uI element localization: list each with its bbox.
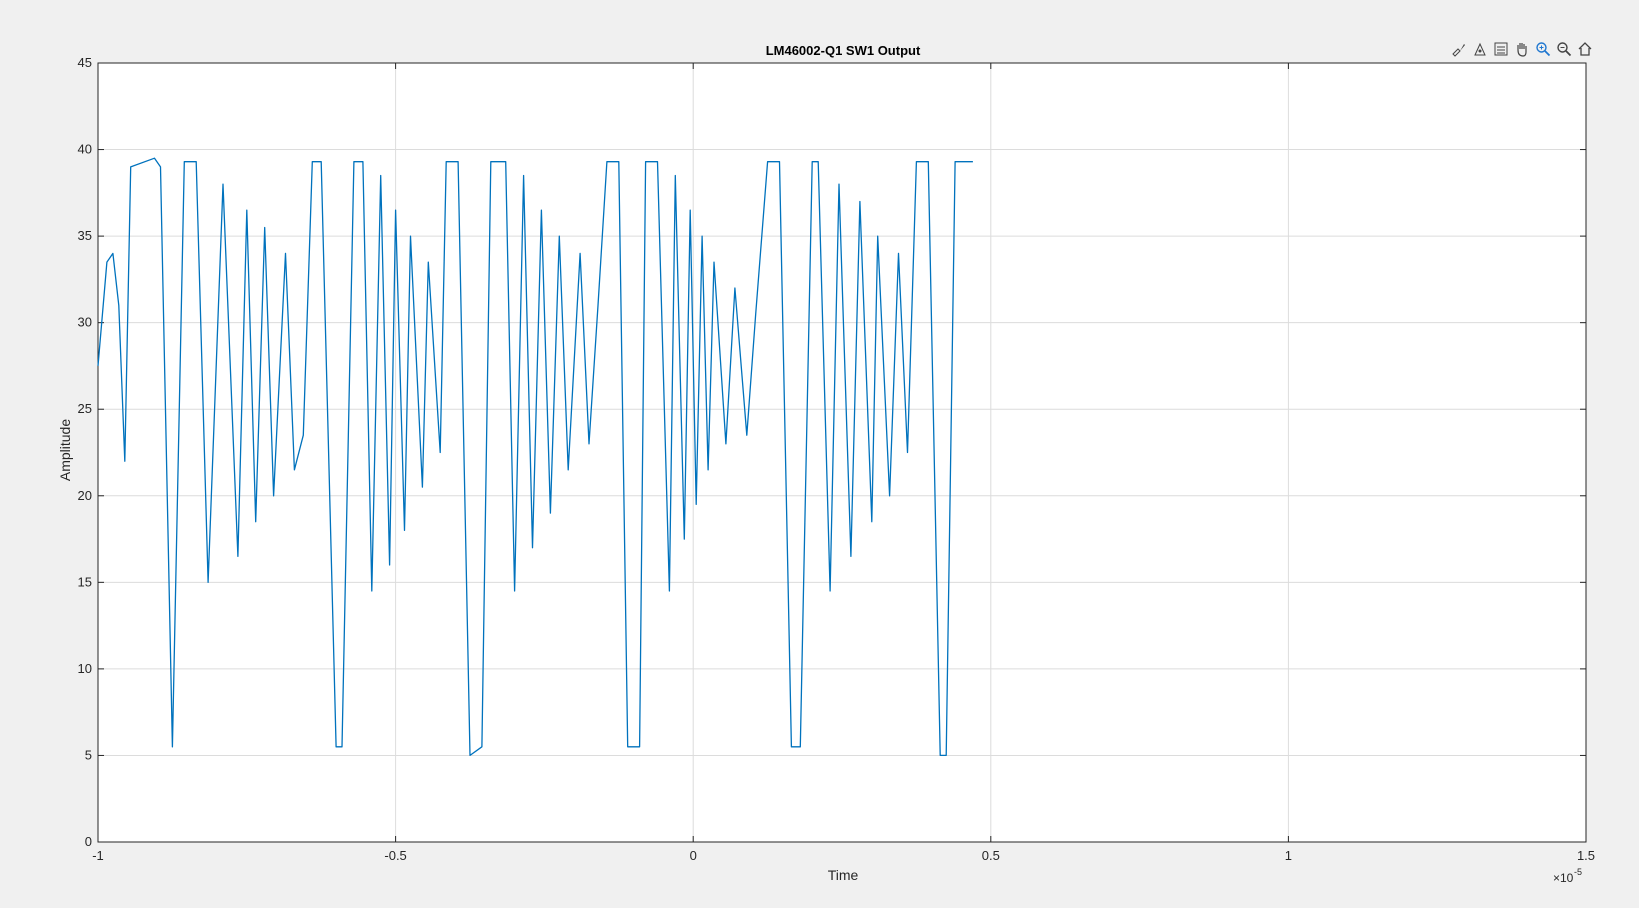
y-tick-label: 20 — [78, 488, 92, 503]
x-axis-label: Time — [828, 867, 859, 883]
x-tick-label: 1.5 — [1577, 848, 1595, 863]
y-tick-label: 10 — [78, 661, 92, 676]
y-tick-label: 15 — [78, 574, 92, 589]
y-tick-label: 0 — [85, 834, 92, 849]
x-exponent-label: ×10 -5 — [1553, 867, 1582, 885]
x-exponent-base: ×10 — [1553, 871, 1574, 885]
x-exponent-power: -5 — [1574, 867, 1582, 877]
y-tick-label: 5 — [85, 747, 92, 762]
x-tick-label: 1 — [1285, 848, 1292, 863]
y-tick-label: 45 — [78, 55, 92, 70]
y-tick-label: 25 — [78, 401, 92, 416]
plot-area: -1 -0.5 0 0.5 1 1.5 0 5 10 15 20 25 30 35 40 45 — [78, 55, 1596, 863]
y-tick-label: 40 — [78, 142, 92, 157]
x-tick-label: 0 — [690, 848, 697, 863]
y-tick-label: 30 — [78, 315, 92, 330]
chart-title: LM46002-Q1 SW1 Output — [766, 43, 921, 58]
x-tick-label: -1 — [92, 848, 104, 863]
y-tick-label: 35 — [78, 228, 92, 243]
y-axis-label: Amplitude — [57, 419, 73, 481]
x-tick-label: -0.5 — [384, 848, 406, 863]
figure-canvas: -1 -0.5 0 0.5 1 1.5 0 5 10 15 20 25 30 35 40 45 LM46002… — [57, 43, 1596, 885]
x-tick-label: 0.5 — [982, 848, 1000, 863]
